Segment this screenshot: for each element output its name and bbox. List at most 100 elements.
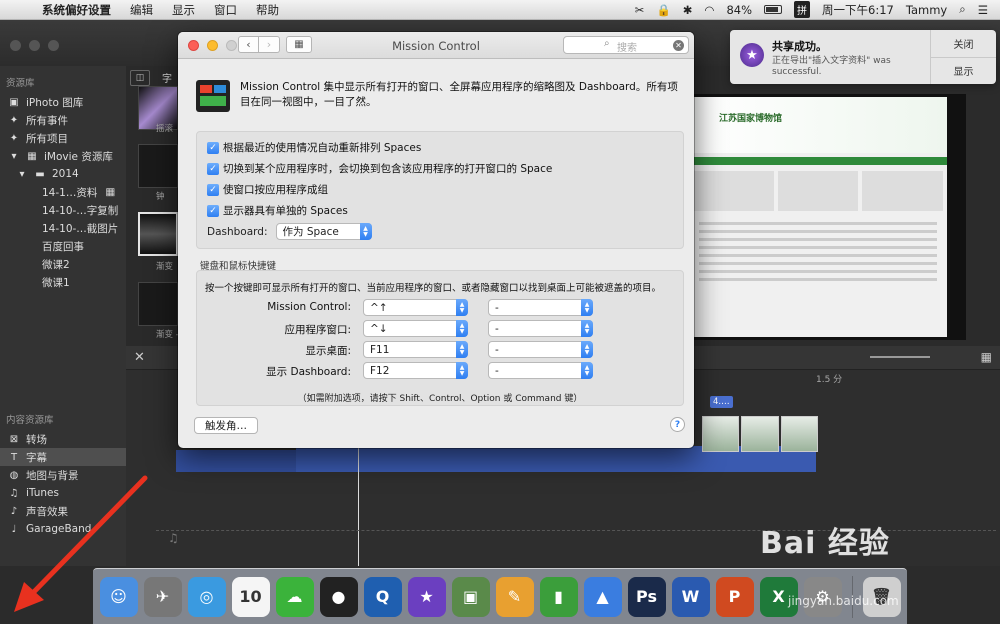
viewer-site-title: 江苏国家博物馆	[719, 114, 783, 124]
imovie-star-icon[interactable]: ★	[407, 576, 446, 617]
mouse-shortcut-popup[interactable]: - ▲ ▼	[488, 341, 593, 358]
library-item-event[interactable]: 百度回事	[0, 237, 126, 255]
menu-help[interactable]: 帮助	[256, 2, 279, 18]
clear-search-icon[interactable]: ✕	[673, 40, 684, 51]
notification-center-icon[interactable]: ☰	[978, 3, 988, 17]
content-item-transitions[interactable]: ⊠ 转场	[0, 430, 126, 448]
transition-icon: ⊠	[9, 433, 19, 445]
library-section-title: 资源库	[6, 78, 35, 89]
checkmark-icon[interactable]: ✓	[207, 204, 219, 217]
hot-corners-button[interactable]: 触发角…	[194, 417, 258, 434]
wifi-icon[interactable]: ◠	[704, 3, 714, 17]
red-arrow-annotation	[14, 475, 148, 612]
notification-title: 共享成功。	[772, 40, 827, 53]
notification-show-button[interactable]: 显示	[931, 56, 996, 85]
bluetooth-icon[interactable]: ✱	[683, 3, 693, 17]
pages-icon[interactable]: ✎	[495, 576, 534, 617]
content-library-title: 内容资源库	[6, 415, 54, 426]
imovie-star-icon: ★	[740, 43, 764, 67]
checkmark-icon[interactable]: ✓	[207, 141, 219, 154]
zoom-slider[interactable]	[870, 356, 930, 358]
numbers-icon[interactable]: ▮	[539, 576, 578, 617]
options-panel: ✓ 根据最近的使用情况自动重新排列 Spaces ✓ 切换到某个应用程序时，会切换到…	[196, 131, 684, 249]
battery-percent[interactable]: 84%	[726, 3, 752, 17]
menu-window[interactable]: 窗口	[214, 2, 237, 18]
disclosure-triangle-icon[interactable]: ▾	[8, 151, 20, 162]
mouse-shortcut-popup[interactable]: - ▲ ▼	[488, 320, 593, 337]
clip-thumbnails[interactable]	[702, 416, 818, 452]
menu-app-name[interactable]: 系统偏好设置	[42, 2, 111, 18]
scissors-icon[interactable]: ✂	[635, 3, 645, 17]
watermark-url: jingyan.baidu.com	[788, 594, 899, 608]
mission-control-icon	[196, 80, 230, 112]
powerpoint-icon[interactable]: P	[715, 576, 754, 617]
music-note-icon: ♫	[168, 531, 179, 545]
updown-arrows-icon: ▲ ▼	[581, 320, 593, 337]
mission-control-window: ‹ › ▦ Mission Control ⌕ 搜索 ✕ Mission Con…	[178, 32, 694, 448]
content-item-titles[interactable]: T 字幕	[0, 448, 126, 466]
dashboard-popup[interactable]: 作为 Space ▲ ▼	[275, 223, 372, 240]
keynote-icon[interactable]: ▲	[583, 576, 622, 617]
mouse-shortcut-popup[interactable]: - ▲ ▼	[488, 299, 593, 316]
library-item-event[interactable]: 14-10-…截图片	[0, 219, 126, 237]
penguin-icon[interactable]: ●	[319, 576, 358, 617]
compass-icon[interactable]: ◎	[187, 576, 226, 617]
share-notification[interactable]: ★ 共享成功。 正在导出"插入文字资料" was successful. 关闭 …	[730, 30, 996, 84]
checkbox-group-windows[interactable]: ✓ 使窗口按应用程序成组	[207, 182, 328, 197]
checkbox-switch-to-space[interactable]: ✓ 切换到某个应用程序时，会切换到包含该应用程序的打开窗口的 Space	[207, 161, 552, 176]
sidebar-toggle-icon[interactable]: ◫	[130, 70, 150, 86]
filmstrip-icon[interactable]: ▦	[981, 350, 992, 364]
checkbox-separate-spaces[interactable]: ✓ 显示器具有单独的 Spaces	[207, 203, 348, 218]
library-item-event[interactable]: 微课2	[0, 255, 126, 273]
help-button[interactable]: ?	[670, 417, 685, 432]
thumbnail-label: 渐变	[156, 262, 174, 272]
preview-icon[interactable]: ▣	[451, 576, 490, 617]
library-item-imovie-library[interactable]: ▾ ▦ iMovie 资源库	[0, 147, 126, 165]
library-item-event[interactable]: 14-1…资料 ▦	[0, 183, 126, 201]
video-viewer[interactable]: 江苏国家博物馆	[688, 96, 948, 338]
updown-arrows-icon: ▲ ▼	[581, 362, 593, 379]
calendar-icon[interactable]: 10	[231, 576, 270, 617]
title-thumbnail-selected[interactable]	[138, 212, 178, 256]
keyboard-shortcut-popup[interactable]: ^↑ ▲ ▼	[363, 299, 468, 316]
shortcuts-panel: 按一个按键即可显示所有打开的窗口、当前应用程序的窗口、或者隐藏窗口以找到桌面上可…	[196, 270, 684, 406]
close-icon[interactable]: ✕	[134, 350, 145, 365]
keyboard-shortcut-popup[interactable]: F11 ▲ ▼	[363, 341, 468, 358]
notification-close-button[interactable]: 关闭	[931, 30, 996, 57]
spotlight-icon[interactable]: ⌕	[959, 2, 965, 17]
checkmark-icon[interactable]: ✓	[207, 162, 219, 175]
keyboard-shortcut-popup[interactable]: F12 ▲ ▼	[363, 362, 468, 379]
clock[interactable]: 周一下午6:17	[822, 2, 894, 18]
library-item-2014[interactable]: ▾ ▬ 2014	[0, 165, 126, 183]
library-item-iphoto[interactable]: ▣ iPhoto 图库	[0, 93, 126, 111]
search-icon: ⌕	[604, 38, 610, 49]
photoshop-icon[interactable]: Ps	[627, 576, 666, 617]
menu-view[interactable]: 显示	[172, 2, 195, 18]
user-name[interactable]: Tammy	[906, 3, 947, 17]
word-icon[interactable]: W	[671, 576, 710, 617]
library-item-all-projects[interactable]: ✦ 所有项目	[0, 129, 126, 147]
menu-edit[interactable]: 编辑	[130, 2, 153, 18]
title-thumbnail[interactable]	[138, 282, 178, 326]
updown-arrows-icon: ▲ ▼	[456, 362, 468, 379]
notification-message: 正在导出"插入文字资料" was successful.	[772, 56, 891, 77]
library-item-event[interactable]: 微课1	[0, 273, 126, 291]
keyboard-shortcut-popup[interactable]: ^↓ ▲ ▼	[363, 320, 468, 337]
wechat-icon[interactable]: ☁	[275, 576, 314, 617]
lock-icon[interactable]: 🔒	[656, 3, 670, 17]
clip-tag[interactable]: 4.…	[710, 396, 733, 408]
photo-icon: ▣	[9, 96, 19, 108]
search-field[interactable]: ⌕ 搜索 ✕	[563, 36, 689, 54]
disclosure-triangle-icon[interactable]: ▾	[16, 169, 28, 180]
menu-bar: 系统偏好设置 编辑 显示 窗口 帮助 ✂ 🔒 ✱ ◠ 84% 拼 周一下午6:1…	[0, 0, 1000, 20]
quicktime-icon[interactable]: Q	[363, 576, 402, 617]
checkmark-icon[interactable]: ✓	[207, 183, 219, 196]
library-item-event[interactable]: 14-10-…字复制	[0, 201, 126, 219]
mouse-shortcut-popup[interactable]: - ▲ ▼	[488, 362, 593, 379]
input-method-icon[interactable]: 拼	[794, 1, 811, 18]
thumbnail-label: 摇滚	[156, 124, 174, 134]
checkbox-rearrange-spaces[interactable]: ✓ 根据最近的使用情况自动重新排列 Spaces	[207, 140, 421, 155]
library-item-all-events[interactable]: ✦ 所有事件	[0, 111, 126, 129]
battery-icon[interactable]	[764, 5, 783, 14]
title-thumbnail[interactable]	[138, 144, 178, 188]
